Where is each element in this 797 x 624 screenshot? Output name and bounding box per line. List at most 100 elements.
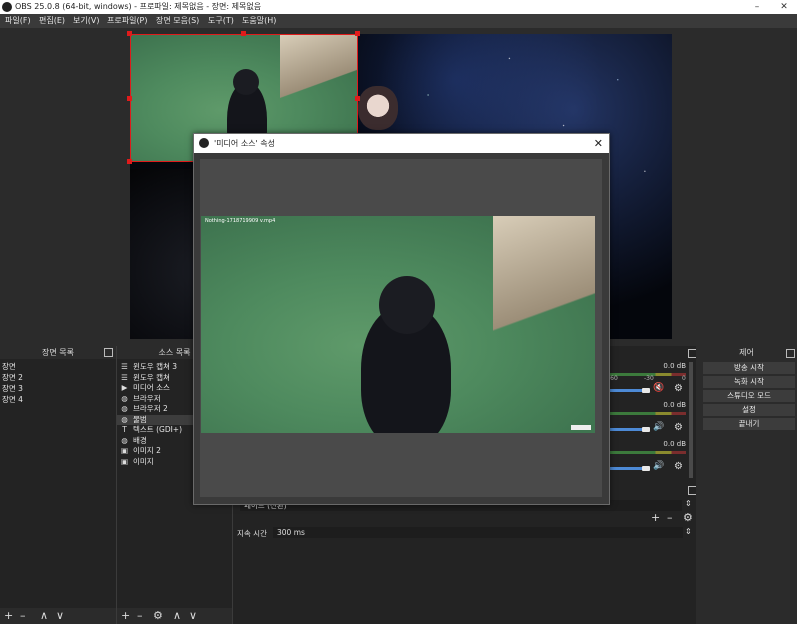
window-icon: ☰	[121, 362, 128, 371]
menu-scene-collection[interactable]: 장면 모음(S)	[156, 14, 199, 28]
dialog-close-button[interactable]: ✕	[594, 134, 603, 153]
source-item-label: 배경	[133, 435, 147, 445]
scene-item[interactable]: 장면 4	[2, 395, 23, 405]
menu-file[interactable]: 파일(F)	[5, 14, 31, 28]
chevron-updown-icon[interactable]: ⇕	[685, 499, 692, 508]
audio-meter	[606, 412, 686, 415]
source-item-label: 브라우저	[133, 393, 161, 403]
speaker-icon[interactable]: 🔊	[653, 461, 664, 471]
db-readout: 0.0 dB	[663, 401, 686, 409]
window-title: OBS 25.0.8 (64-bit, windows) - 프로파일: 제목없…	[15, 2, 262, 11]
image-icon: ▣	[120, 456, 129, 466]
mixer-scrollbar[interactable]	[689, 362, 693, 478]
move-up-button[interactable]: ∧	[173, 608, 181, 624]
remove-source-button[interactable]: –	[137, 608, 143, 624]
video-logo-mark	[571, 425, 591, 430]
dialog-titlebar: '미디어 소스' 속성 ✕	[194, 134, 609, 153]
seal-head	[233, 69, 259, 95]
move-down-button[interactable]: ∨	[56, 608, 64, 624]
volume-slider-knob[interactable]	[642, 427, 650, 432]
resize-handle-tl[interactable]	[127, 31, 132, 36]
text-icon: T	[122, 425, 127, 434]
gear-icon[interactable]: ⚙	[674, 461, 683, 472]
window-icon: ☰	[121, 372, 128, 382]
sources-footer: + – ⚙ ∧ ∨	[117, 608, 232, 624]
obs-logo-icon	[199, 138, 209, 148]
video-watermark: Nothing-1718719909 v.mp4	[205, 218, 276, 224]
resize-handle-tr[interactable]	[355, 31, 360, 36]
character-avatar	[358, 86, 398, 130]
meter-scale-label: -30	[644, 375, 654, 382]
menu-profile[interactable]: 프로파일(P)	[107, 14, 148, 28]
resize-handle-bl[interactable]	[127, 159, 132, 164]
gear-icon[interactable]: ⚙	[674, 383, 683, 394]
resize-handle-t[interactable]	[241, 31, 246, 36]
obs-logo-icon	[2, 2, 12, 12]
source-item-label: 이미지	[133, 456, 154, 466]
resize-handle-r[interactable]	[355, 96, 360, 101]
scenes-footer: + – ∧ ∨	[0, 608, 116, 624]
start-streaming-button[interactable]: 방송 시작	[703, 362, 795, 374]
menu-help[interactable]: 도움말(H)	[242, 14, 276, 28]
float-icon[interactable]	[104, 348, 113, 357]
source-item-label: 이미지 2	[133, 446, 161, 455]
transition-gear-icon[interactable]: ⚙	[683, 511, 693, 524]
scenes-panel: 장면 목록 장면 장면 2 장면 3 장면 4 + – ∧ ∨	[0, 346, 117, 624]
spinbox-arrows-icon[interactable]: ⇕	[685, 527, 692, 536]
audio-meter	[606, 451, 686, 454]
duration-input[interactable]: 300 ms	[273, 527, 683, 538]
db-readout: 0.0 dB	[663, 440, 686, 448]
globe-icon: ◍	[121, 404, 128, 413]
scene-item[interactable]: 장면 2	[2, 373, 23, 383]
add-scene-button[interactable]: +	[4, 608, 13, 624]
menu-bar: 파일(F) 편집(E) 보기(V) 프로파일(P) 장면 모음(S) 도구(T)…	[0, 14, 797, 28]
meter-scale-label: 0	[682, 375, 686, 382]
media-icon: ▶	[121, 383, 128, 392]
controls-header: 제어	[739, 348, 754, 357]
dialog-video-preview: Nothing-1718719909 v.mp4	[201, 216, 595, 433]
source-properties-gear-icon[interactable]: ⚙	[153, 608, 163, 624]
float-icon[interactable]	[786, 349, 795, 358]
globe-icon: ◍	[121, 414, 128, 424]
dialog-title: '미디어 소스' 속성	[214, 139, 276, 148]
menu-edit[interactable]: 편집(E)	[39, 14, 65, 28]
rock-edge	[492, 216, 595, 368]
resize-handle-l[interactable]	[127, 96, 132, 101]
source-item-label: 브라우저 2	[133, 404, 168, 413]
globe-icon: ◍	[121, 435, 128, 445]
source-item-label: 윈도우 캡쳐 3	[133, 362, 178, 371]
source-item-label: 윈도우 캡쳐	[133, 372, 170, 382]
add-source-button[interactable]: +	[121, 608, 130, 624]
move-up-button[interactable]: ∧	[40, 608, 48, 624]
globe-icon: ◍	[121, 393, 128, 403]
exit-button[interactable]: 끝내기	[703, 418, 795, 430]
settings-button[interactable]: 설정	[703, 404, 795, 416]
gear-icon[interactable]: ⚙	[674, 422, 683, 433]
menu-view[interactable]: 보기(V)	[73, 14, 99, 28]
move-down-button[interactable]: ∨	[189, 608, 197, 624]
mixer-row: 0.0 dB 🔊 ⚙	[606, 440, 692, 478]
studio-mode-button[interactable]: 스튜디오 모드	[703, 390, 795, 402]
close-button[interactable]: ✕	[771, 0, 797, 14]
source-item-label: 물범	[133, 414, 147, 424]
rock-edge	[280, 35, 357, 111]
speaker-icon[interactable]: 🔊	[653, 422, 664, 432]
mixer-row: 0.0 dB -60 -30 0 🔇 ⚙	[606, 362, 692, 400]
muted-speaker-icon[interactable]: 🔇	[653, 383, 664, 393]
minimize-button[interactable]: –	[744, 0, 770, 14]
remove-transition-button[interactable]: –	[667, 511, 673, 524]
menu-tools[interactable]: 도구(T)	[208, 14, 234, 28]
remove-scene-button[interactable]: –	[20, 608, 26, 624]
source-item-label: 텍스트 (GDI+)	[133, 425, 183, 434]
db-readout: 0.0 dB	[663, 362, 686, 370]
start-recording-button[interactable]: 녹화 시작	[703, 376, 795, 388]
volume-slider-knob[interactable]	[642, 466, 650, 471]
seal-head	[379, 276, 435, 334]
window-titlebar: OBS 25.0.8 (64-bit, windows) - 프로파일: 제목없…	[0, 0, 797, 14]
image-icon: ▣	[120, 446, 129, 455]
scene-item[interactable]: 장면 3	[2, 384, 23, 394]
scenes-header: 장면 목록	[0, 346, 116, 359]
volume-slider-knob[interactable]	[642, 388, 650, 393]
scene-item[interactable]: 장면	[2, 362, 16, 372]
add-transition-button[interactable]: +	[651, 511, 660, 524]
